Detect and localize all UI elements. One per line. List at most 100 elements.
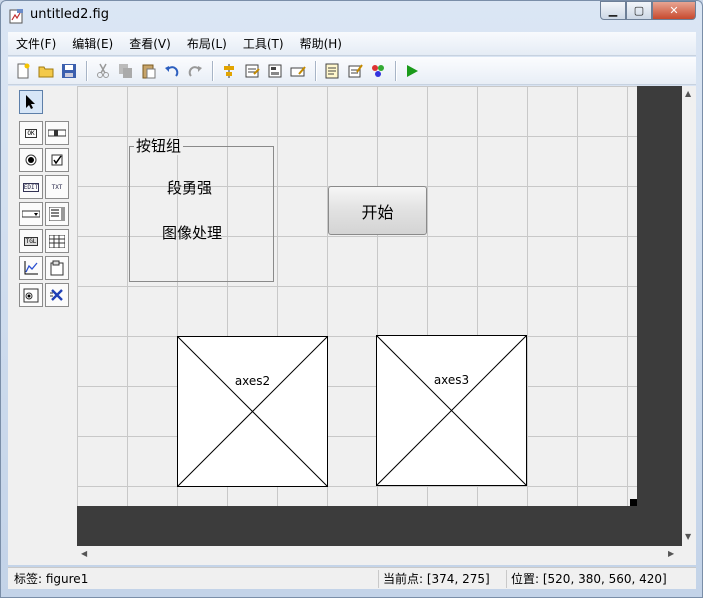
axes-tool[interactable]	[19, 256, 43, 280]
button-group-icon	[23, 288, 39, 303]
activex-icon	[50, 289, 63, 301]
axes3-placeholder[interactable]: axes3	[376, 335, 527, 486]
check-box-tool[interactable]	[45, 148, 69, 172]
push-button-icon: OK	[25, 128, 37, 138]
undo-button[interactable]	[161, 60, 183, 82]
paste-button[interactable]	[138, 60, 160, 82]
status-current-point: 当前点: [374, 275]	[378, 570, 503, 588]
editor-icon	[325, 63, 339, 78]
status-bar: 标签: figure1 当前点: [374, 275] 位置: [520, 38…	[8, 567, 696, 589]
toolbar-separator	[315, 60, 316, 81]
align-button[interactable]	[218, 60, 240, 82]
vertical-scrollbar[interactable]: ▲ ▼	[682, 86, 696, 546]
static-text-tool[interactable]: TXT	[45, 175, 69, 199]
run-button[interactable]	[401, 60, 423, 82]
figure-area[interactable]: 按钮组 段勇强 图像处理 开始 axes2 axes3	[77, 86, 637, 506]
radio-button-tool[interactable]	[19, 148, 43, 172]
menu-help[interactable]: 帮助(H)	[292, 34, 350, 54]
menu-bar: 文件(F) 编辑(E) 查看(V) 布局(L) 工具(T) 帮助(H)	[8, 32, 696, 56]
menu-edit[interactable]: 编辑(E)	[64, 34, 121, 54]
open-folder-icon	[38, 66, 54, 77]
scroll-down-icon[interactable]: ▼	[685, 532, 691, 541]
open-button[interactable]	[35, 60, 57, 82]
run-icon	[407, 64, 418, 77]
static-text-icon: TXT	[51, 183, 63, 191]
table-icon	[49, 234, 65, 248]
button-group-text-topic: 图像处理	[162, 224, 223, 242]
popup-menu-tool[interactable]	[19, 202, 43, 226]
toggle-button-icon: TGL	[23, 236, 39, 246]
button-group-text-name: 段勇强	[167, 179, 213, 197]
axes2-placeholder[interactable]: axes2	[177, 336, 328, 487]
paste-icon	[142, 64, 156, 78]
scroll-right-icon[interactable]: ▶	[668, 549, 674, 558]
menu-layout[interactable]: 布局(L)	[179, 34, 235, 54]
panel-icon	[50, 260, 64, 276]
menu-editor-button[interactable]	[241, 60, 263, 82]
list-box-tool[interactable]	[45, 202, 69, 226]
list-box-icon	[49, 207, 65, 221]
save-button[interactable]	[58, 60, 80, 82]
undo-icon	[165, 65, 179, 77]
panel-tool[interactable]	[45, 256, 69, 280]
slider-tool[interactable]	[45, 121, 69, 145]
horizontal-scrollbar[interactable]: ◀ ▶	[77, 546, 682, 562]
title-bar: untitled2.fig ▁ ▢ ✕	[1, 1, 702, 31]
button-group-panel[interactable]: 按钮组 段勇强 图像处理	[129, 138, 274, 282]
check-box-icon	[51, 154, 63, 166]
copy-icon	[119, 63, 132, 78]
toolbar-separator	[86, 60, 87, 81]
toolbar-separator	[212, 60, 213, 81]
figure-resize-handle[interactable]	[630, 499, 637, 506]
axes2-cross-icon	[178, 337, 327, 486]
scroll-up-icon[interactable]: ▲	[685, 89, 691, 98]
save-icon	[62, 63, 76, 78]
property-inspector-button[interactable]	[344, 60, 366, 82]
minimize-button[interactable]: ▁	[600, 1, 626, 20]
menu-tools[interactable]: 工具(T)	[235, 34, 292, 54]
toggle-button-tool[interactable]: TGL	[19, 229, 43, 253]
new-button[interactable]	[12, 60, 34, 82]
cut-button[interactable]	[92, 60, 114, 82]
window-title: untitled2.fig	[30, 7, 109, 22]
menu-file[interactable]: 文件(F)	[8, 34, 64, 54]
push-button-tool[interactable]: OK	[19, 121, 43, 145]
select-tool[interactable]	[19, 90, 43, 114]
align-icon	[224, 63, 234, 78]
axes3-cross-icon	[377, 336, 526, 485]
toolbar-separator	[395, 60, 396, 81]
select-arrow-icon	[26, 95, 35, 109]
object-browser-icon	[372, 64, 384, 77]
button-group-title: 按钮组	[134, 137, 184, 155]
edit-text-tool[interactable]: EDIT	[19, 175, 43, 199]
maximize-button[interactable]: ▢	[626, 1, 652, 20]
layout-canvas[interactable]: 按钮组 段勇强 图像处理 开始 axes2 axes3	[77, 86, 682, 546]
axes3-label: axes3	[433, 373, 470, 387]
toolbar-editor-icon	[290, 65, 306, 76]
axes2-label: axes2	[234, 374, 271, 388]
popup-menu-icon	[22, 210, 40, 218]
cut-icon	[97, 63, 109, 78]
menu-editor-icon	[245, 64, 260, 77]
menu-view[interactable]: 查看(V)	[121, 34, 179, 54]
activex-tool[interactable]	[45, 283, 69, 307]
minimize-icon: ▁	[608, 4, 618, 17]
maximize-icon: ▢	[633, 4, 645, 17]
status-tag: 标签: figure1	[14, 572, 89, 586]
tab-order-button[interactable]	[264, 60, 286, 82]
redo-button[interactable]	[184, 60, 206, 82]
toolbar-editor-button[interactable]	[287, 60, 309, 82]
status-position: 位置: [520, 380, 560, 420]	[506, 570, 692, 588]
fig-file-icon	[9, 9, 23, 24]
editor-button[interactable]	[321, 60, 343, 82]
tab-order-icon	[268, 64, 282, 77]
copy-button[interactable]	[115, 60, 137, 82]
table-tool[interactable]	[45, 229, 69, 253]
slider-icon	[48, 129, 66, 137]
start-button[interactable]: 开始	[328, 186, 427, 235]
object-browser-button[interactable]	[367, 60, 389, 82]
button-group-tool[interactable]	[19, 283, 43, 307]
scroll-left-icon[interactable]: ◀	[81, 549, 87, 558]
close-button[interactable]: ✕	[652, 1, 696, 20]
new-file-icon	[17, 63, 30, 78]
